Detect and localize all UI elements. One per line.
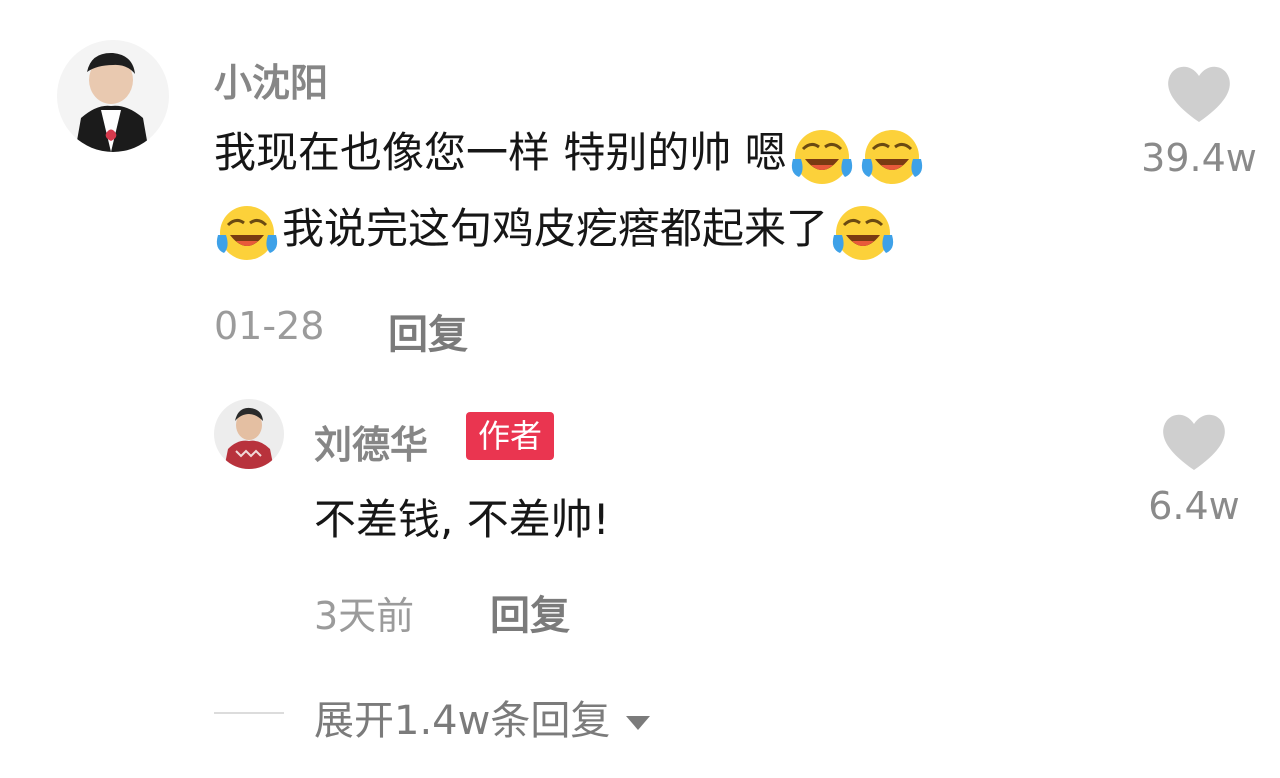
laughing-crying-emoji-icon	[787, 125, 857, 187]
comment-text-line-1: 我现在也像您一样 特别的帅 嗯	[214, 122, 927, 187]
avatar-photo-icon	[214, 399, 284, 469]
reply-username[interactable]: 刘德华	[314, 414, 428, 469]
reply-timestamp: 3天前	[314, 594, 415, 638]
expand-replies-label: 展开1.4w条回复	[314, 698, 611, 744]
reply-text: 不差钱, 不差帅!	[314, 495, 610, 544]
reply-avatar[interactable]	[214, 399, 284, 469]
comment-timestamp: 01-28	[214, 304, 325, 348]
expand-divider	[214, 712, 284, 714]
reply-like-button[interactable]: 6.4w	[1122, 412, 1266, 528]
reply-like-count: 6.4w	[1148, 484, 1240, 528]
comment-text-part-1: 我现在也像您一样 特别的帅 嗯	[214, 128, 787, 177]
comment-text-part-2: 我说完这句鸡皮疙瘩都起来了	[282, 204, 829, 253]
comment-avatar[interactable]	[57, 40, 169, 152]
reply-reply-button[interactable]: 回复	[490, 583, 570, 641]
comment-text-line-2: 我说完这句鸡皮疙瘩都起来了	[212, 198, 898, 263]
laughing-crying-emoji-icon	[857, 125, 927, 187]
laughing-crying-emoji-icon	[212, 201, 282, 263]
author-badge: 作者	[466, 412, 555, 460]
laughing-crying-emoji-icon	[828, 201, 898, 263]
avatar-photo-icon	[57, 40, 169, 152]
comment-like-button[interactable]: 39.4w	[1124, 64, 1274, 180]
comment-reply-button[interactable]: 回复	[388, 302, 468, 360]
comment-like-count: 39.4w	[1141, 136, 1257, 180]
comment-username[interactable]: 小沈阳	[214, 52, 328, 107]
triangle-down-icon	[626, 716, 651, 730]
heart-icon	[1163, 414, 1225, 470]
heart-icon	[1168, 66, 1230, 122]
expand-replies-button[interactable]: 展开1.4w条回复	[314, 688, 651, 746]
